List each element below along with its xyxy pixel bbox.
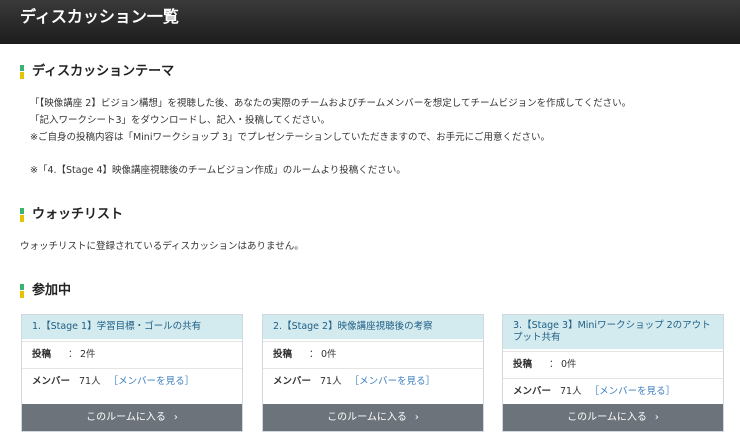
view-members-link[interactable]: ［メンバーを見る］ xyxy=(590,386,676,397)
theme-text: 「【映像講座 2】ビジョン構想」を視聴した後、あなたの実際のチームおよびチームメ… xyxy=(30,95,720,179)
members-row: メンバー 71人 ［メンバーを見る］ xyxy=(22,368,242,394)
enter-room-label: このルームに入る xyxy=(327,412,407,423)
section-marker-icon xyxy=(20,65,24,79)
room-title: 3.【Stage 3】Miniワークショップ 2のアウトプット共有 xyxy=(503,315,723,349)
section-marker-icon xyxy=(20,284,24,298)
enter-room-button[interactable]: このルームに入る › xyxy=(22,404,242,431)
posts-label: 投稿 xyxy=(513,359,533,370)
chevron-right-icon: › xyxy=(414,412,419,423)
room-card: 2.【Stage 2】映像講座視聴後の考察 投稿： 0件 メンバー 71人 ［メンバー… xyxy=(262,314,484,432)
room-card: 3.【Stage 3】Miniワークショップ 2のアウトプット共有 投稿： 0件 … xyxy=(502,314,724,432)
posts-label: 投稿 xyxy=(273,349,293,360)
watchlist-heading-label: ウォッチリスト xyxy=(32,207,124,222)
posts-value: 0件 xyxy=(321,349,337,360)
theme-line: 「記入ワークシート3」をダウンロードし、記入・投稿してください。 xyxy=(30,115,330,126)
posts-row: 投稿： 2件 xyxy=(22,341,242,367)
theme-line: 「【映像講座 2】ビジョン構想」を視聴した後、あなたの実際のチームおよびチームメ… xyxy=(30,98,632,109)
members-label: メンバー xyxy=(273,376,312,387)
enter-room-button[interactable]: このルームに入る › xyxy=(503,404,723,431)
view-members-link[interactable]: ［メンバーを見る］ xyxy=(350,376,436,387)
room-title: 1.【Stage 1】学習目標・ゴールの共有 xyxy=(22,315,242,339)
room-card: 1.【Stage 1】学習目標・ゴールの共有 投稿： 2件 メンバー 71人 ［メンバ… xyxy=(21,314,243,432)
posts-value: 0件 xyxy=(561,359,577,370)
theme-line: ※「4.【Stage 4】映像講座視聴後のチームビジョン作成」のルームより投稿く… xyxy=(30,165,406,176)
view-members-link[interactable]: ［メンバーを見る］ xyxy=(109,376,195,387)
watchlist-empty-text: ウォッチリストに登録されているディスカッションはありません。 xyxy=(20,241,304,252)
members-row: メンバー 71人 ［メンバーを見る］ xyxy=(263,368,483,394)
chevron-right-icon: › xyxy=(654,412,659,423)
posts-value: 2件 xyxy=(80,349,96,360)
members-label: メンバー xyxy=(32,376,71,387)
members-value: 71人 xyxy=(560,386,582,397)
enter-room-button[interactable]: このルームに入る › xyxy=(263,404,483,431)
theme-heading-label: ディスカッションテーマ xyxy=(32,64,175,79)
members-value: 71人 xyxy=(79,376,101,387)
page-header: ディスカッション一覧 xyxy=(0,0,740,44)
members-row: メンバー 71人 ［メンバーを見る］ xyxy=(503,378,723,404)
page-title: ディスカッション一覧 xyxy=(20,7,179,26)
section-marker-icon xyxy=(20,208,24,222)
enter-room-label: このルームに入る xyxy=(86,412,166,423)
posts-row: 投稿： 0件 xyxy=(263,341,483,367)
members-value: 71人 xyxy=(320,376,342,387)
chevron-right-icon: › xyxy=(173,412,178,423)
theme-line: ※ご自身の投稿内容は「Miniワークショップ 3」でプレゼンテーションしていただ… xyxy=(30,132,550,143)
enter-room-label: このルームに入る xyxy=(567,412,647,423)
joined-heading-label: 参加中 xyxy=(32,283,72,298)
posts-row: 投稿： 0件 xyxy=(503,351,723,377)
members-label: メンバー xyxy=(513,386,552,397)
room-title: 2.【Stage 2】映像講座視聴後の考察 xyxy=(263,315,483,339)
posts-label: 投稿 xyxy=(32,349,52,360)
